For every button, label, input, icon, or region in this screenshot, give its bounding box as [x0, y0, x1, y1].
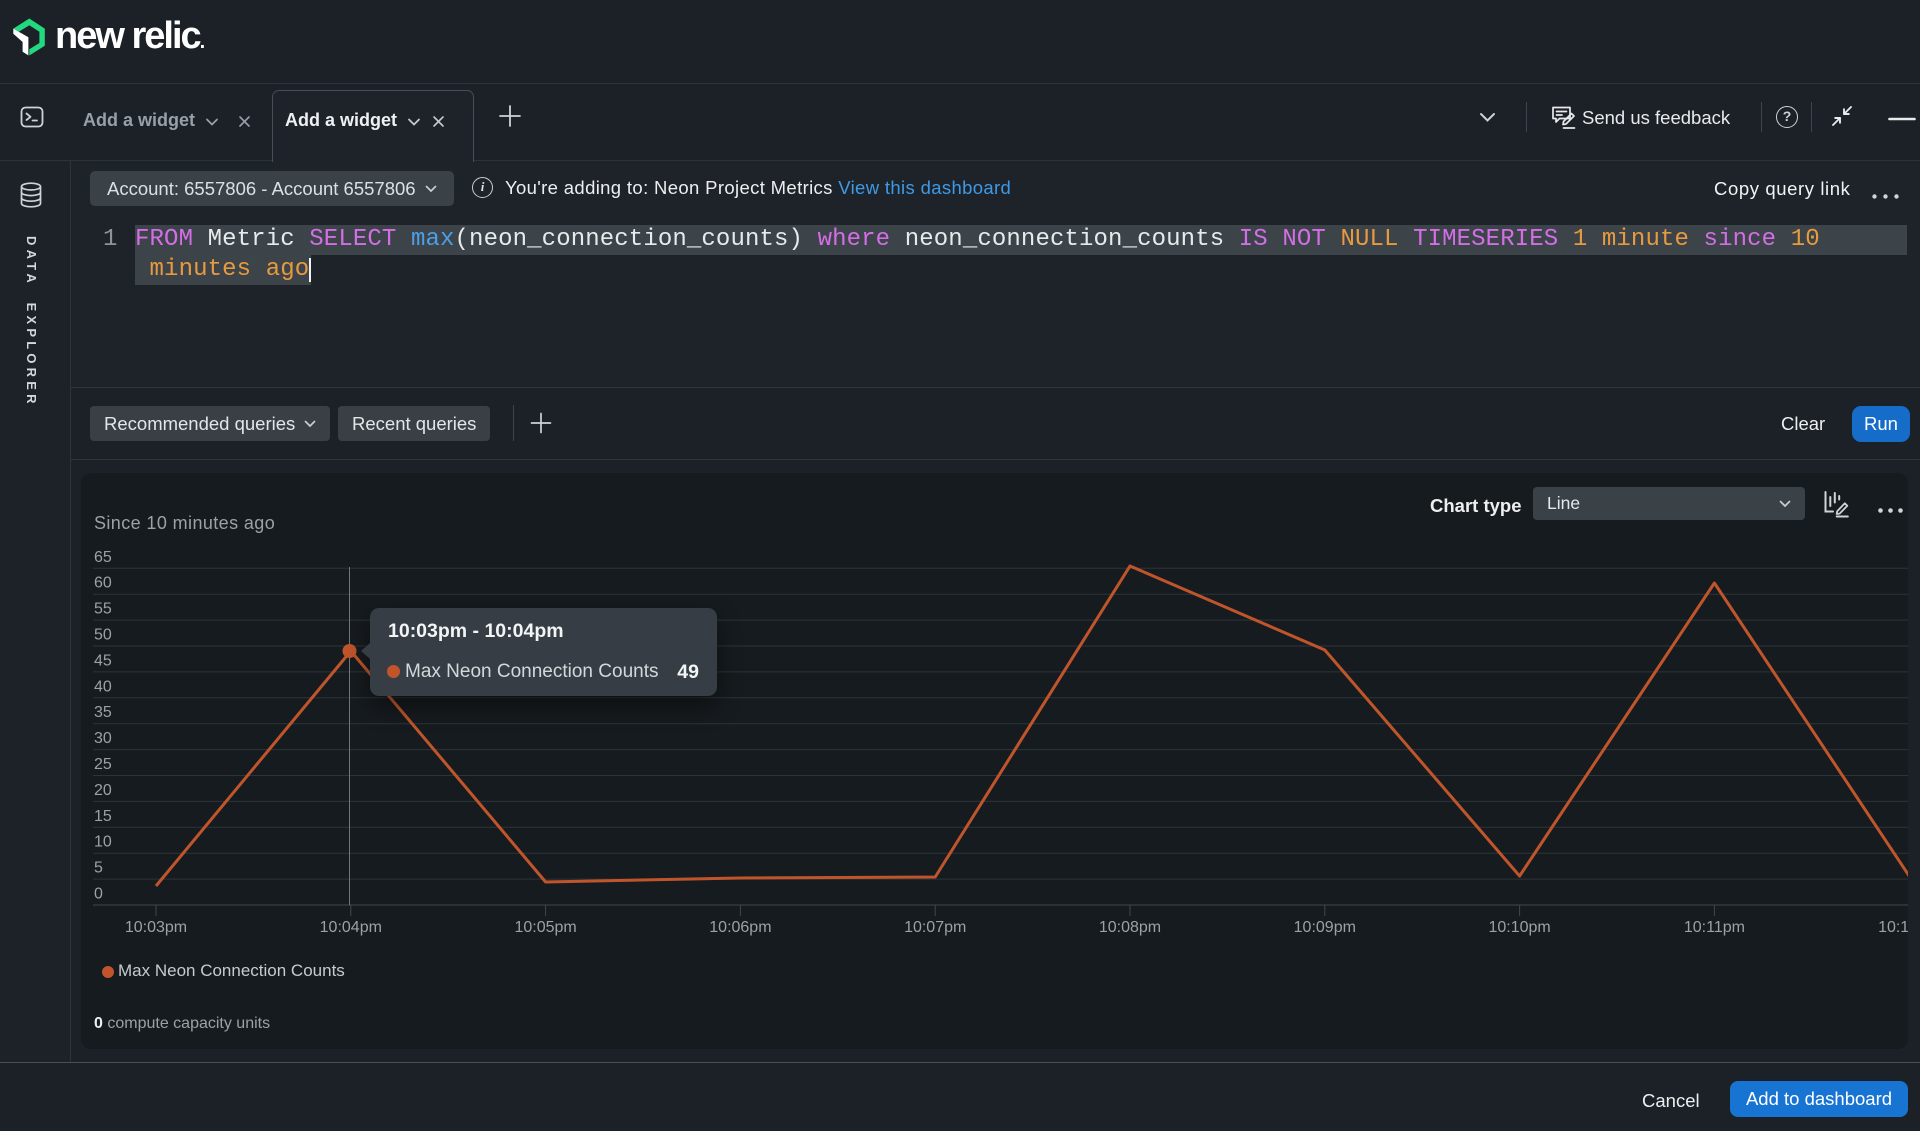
svg-text:15: 15 — [94, 808, 112, 825]
svg-text:10:11pm: 10:11pm — [1684, 919, 1745, 936]
svg-text:10:04pm: 10:04pm — [320, 919, 382, 936]
svg-text:10:07pm: 10:07pm — [904, 919, 966, 936]
svg-text:30: 30 — [94, 730, 112, 747]
svg-text:10:12pm: 10:12pm — [1878, 919, 1908, 936]
svg-text:0: 0 — [94, 886, 103, 903]
svg-text:10:06pm: 10:06pm — [709, 919, 771, 936]
svg-text:55: 55 — [94, 601, 112, 618]
svg-text:10:09pm: 10:09pm — [1294, 919, 1356, 936]
svg-text:65: 65 — [94, 549, 112, 566]
svg-text:10: 10 — [94, 834, 112, 851]
svg-text:10:08pm: 10:08pm — [1099, 919, 1161, 936]
svg-text:45: 45 — [94, 652, 112, 669]
svg-text:25: 25 — [94, 756, 112, 773]
svg-text:10:03pm: 10:03pm — [125, 919, 187, 936]
svg-text:35: 35 — [94, 704, 112, 721]
svg-text:40: 40 — [94, 678, 112, 695]
svg-text:5: 5 — [94, 860, 103, 877]
svg-text:10:10pm: 10:10pm — [1488, 919, 1550, 936]
svg-text:50: 50 — [94, 627, 112, 644]
svg-text:10:05pm: 10:05pm — [514, 919, 576, 936]
svg-text:20: 20 — [94, 782, 112, 799]
svg-text:60: 60 — [94, 575, 112, 592]
